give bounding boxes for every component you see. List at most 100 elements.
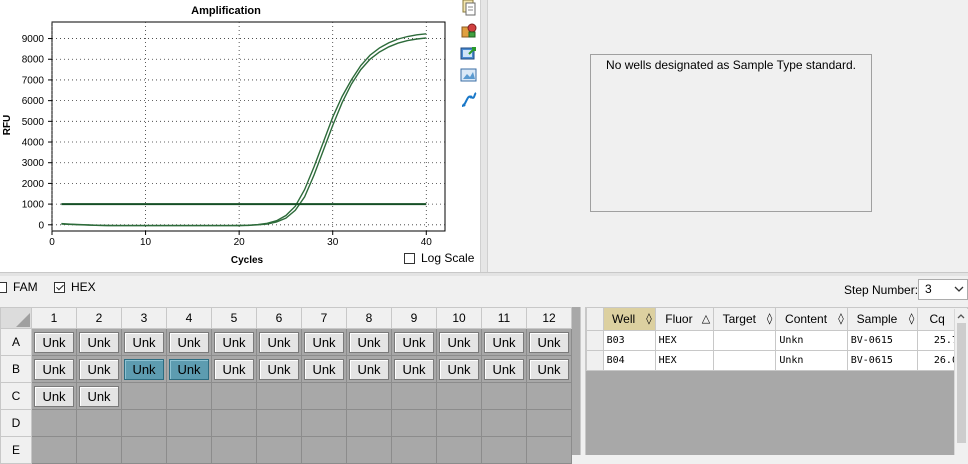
plate-well[interactable] [211,382,257,410]
sort-icon[interactable]: ◊ [909,312,914,325]
plate-well[interactable]: Unk [166,355,212,383]
plate-well[interactable]: Unk [256,328,302,356]
plate-well[interactable] [391,436,437,464]
plate-well[interactable] [31,409,77,437]
log-scale-toggle[interactable]: Log Scale [404,251,474,265]
plate-well[interactable] [481,436,527,464]
results-row-selector[interactable] [586,350,604,371]
sort-icon[interactable]: ◊ [838,312,843,325]
plate-well[interactable] [481,409,527,437]
results-row-selector-header[interactable] [586,307,604,331]
plate-well[interactable] [211,409,257,437]
fluor-hex-checkbox[interactable] [54,281,65,293]
plate-well[interactable] [31,436,77,464]
plate-corner-cell[interactable] [0,307,32,329]
plate-column-header[interactable]: 5 [211,307,257,329]
table-cell[interactable]: B04 [602,350,656,371]
table-cell[interactable]: B03 [602,330,656,351]
plate-column-header[interactable]: 2 [76,307,122,329]
plate-column-header[interactable]: 8 [346,307,392,329]
image-icon[interactable] [460,67,478,83]
step-number-select[interactable]: 3 [918,279,968,300]
vertical-splitter[interactable] [480,0,488,272]
sort-icon[interactable]: ◊ [646,312,651,325]
plate-well[interactable] [76,409,122,437]
results-column-header[interactable]: Fluor △ [654,307,715,331]
plate-well[interactable]: Unk [346,355,392,383]
plate-well[interactable] [211,436,257,464]
plate-well[interactable]: Unk [31,328,77,356]
plate-well[interactable] [166,436,212,464]
plate-well[interactable] [391,382,437,410]
results-column-header[interactable]: Target ◊ [713,307,777,331]
plate-well[interactable] [526,436,572,464]
plate-well[interactable]: Unk [301,328,347,356]
plate-row-header[interactable]: B [0,355,32,383]
plate-column-header[interactable]: 1 [31,307,77,329]
plate-well[interactable] [76,436,122,464]
plate-well[interactable]: Unk [481,355,527,383]
table-row[interactable]: B03 HEX Unkn BV-0615 25.78 [586,330,968,351]
plate-row-header[interactable]: E [0,436,32,464]
plate-column-header[interactable]: 12 [526,307,572,329]
plate-well[interactable] [346,436,392,464]
sort-icon[interactable]: △ [702,312,710,325]
plate-column-header[interactable]: 10 [436,307,482,329]
table-cell[interactable] [713,350,777,371]
table-cell[interactable]: Unkn [775,330,848,351]
plate-column-header[interactable]: 9 [391,307,437,329]
plate-well[interactable] [256,409,302,437]
plate-well[interactable] [301,409,347,437]
plate-well[interactable] [436,409,482,437]
plate-well[interactable] [526,382,572,410]
table-cell[interactable]: HEX [654,350,715,371]
plate-well[interactable] [121,382,167,410]
plate-well[interactable] [256,436,302,464]
plate-well[interactable]: Unk [526,328,572,356]
plate-well[interactable]: Unk [121,355,167,383]
plate-well[interactable] [391,409,437,437]
table-cell[interactable]: HEX [654,330,715,351]
table-cell[interactable]: BV-0615 [846,350,919,371]
plate-well[interactable] [481,382,527,410]
plate-well[interactable]: Unk [346,328,392,356]
scroll-thumb[interactable] [957,323,966,443]
plate-well[interactable]: Unk [211,355,257,383]
plate-well[interactable] [436,436,482,464]
plate-well[interactable]: Unk [526,355,572,383]
plate-well[interactable]: Unk [391,328,437,356]
plate-well[interactable] [166,409,212,437]
plate-well[interactable] [166,382,212,410]
plate-column-header[interactable]: 4 [166,307,212,329]
plate-well[interactable] [526,409,572,437]
table-cell[interactable] [713,330,777,351]
settings-icon[interactable] [460,22,478,38]
curve-icon[interactable] [460,92,478,108]
fluor-fam-toggle[interactable]: FAM [0,280,38,294]
log-scale-checkbox[interactable] [404,252,415,264]
plate-well[interactable]: Unk [76,355,122,383]
fluor-hex-toggle[interactable]: HEX [54,280,96,294]
table-cell[interactable]: BV-0615 [846,330,919,351]
plate-well[interactable] [301,382,347,410]
plate-well[interactable]: Unk [391,355,437,383]
plate-column-header[interactable]: 6 [256,307,302,329]
scroll-up-icon[interactable] [955,311,967,321]
plate-row-header[interactable]: A [0,328,32,356]
sort-icon[interactable]: ◊ [767,312,772,325]
plate-well[interactable]: Unk [436,328,482,356]
horizontal-splitter[interactable] [0,272,968,276]
plate-well[interactable]: Unk [121,328,167,356]
table-row[interactable]: B04 HEX Unkn BV-0615 26.01 [586,350,968,371]
plate-well[interactable]: Unk [166,328,212,356]
plate-well[interactable]: Unk [301,355,347,383]
results-row-selector[interactable] [586,330,604,351]
plate-well[interactable]: Unk [211,328,257,356]
plate-column-header[interactable]: 11 [481,307,527,329]
plate-well[interactable] [121,409,167,437]
plate-well[interactable]: Unk [256,355,302,383]
export-icon[interactable] [460,45,478,61]
plate-well[interactable]: Unk [31,382,77,410]
copy-icon[interactable] [460,0,478,16]
plate-column-header[interactable]: 7 [301,307,347,329]
